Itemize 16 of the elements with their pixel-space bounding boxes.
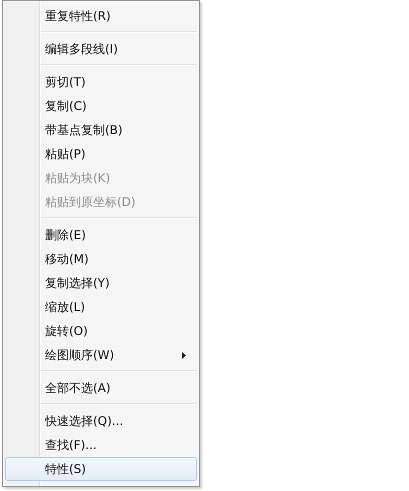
menu-item[interactable]: 快速选择(Q)... xyxy=(5,409,197,433)
menu-item[interactable]: 绘图顺序(W) xyxy=(5,343,197,367)
menu-item[interactable]: 复制(C) xyxy=(5,94,197,118)
menu-item[interactable]: 特性(S) xyxy=(5,457,197,481)
menu-item[interactable]: 复制选择(Y) xyxy=(5,271,197,295)
menu-item[interactable]: 旋转(O) xyxy=(5,319,197,343)
menu-item[interactable]: 剪切(T) xyxy=(5,70,197,94)
menu-item[interactable]: 缩放(L) xyxy=(5,295,197,319)
menu-item[interactable]: 粘贴(P) xyxy=(5,142,197,166)
menu-item[interactable]: 查找(F)... xyxy=(5,433,197,457)
menu-item[interactable]: 编辑多段线(I) xyxy=(5,37,197,61)
menu-item[interactable]: 带基点复制(B) xyxy=(5,118,197,142)
menu-item[interactable]: 重复特性(R) xyxy=(5,4,197,28)
menu-item[interactable]: 删除(E) xyxy=(5,223,197,247)
menu-item[interactable]: 移动(M) xyxy=(5,247,197,271)
menu-item[interactable]: 全部不选(A) xyxy=(5,376,197,400)
